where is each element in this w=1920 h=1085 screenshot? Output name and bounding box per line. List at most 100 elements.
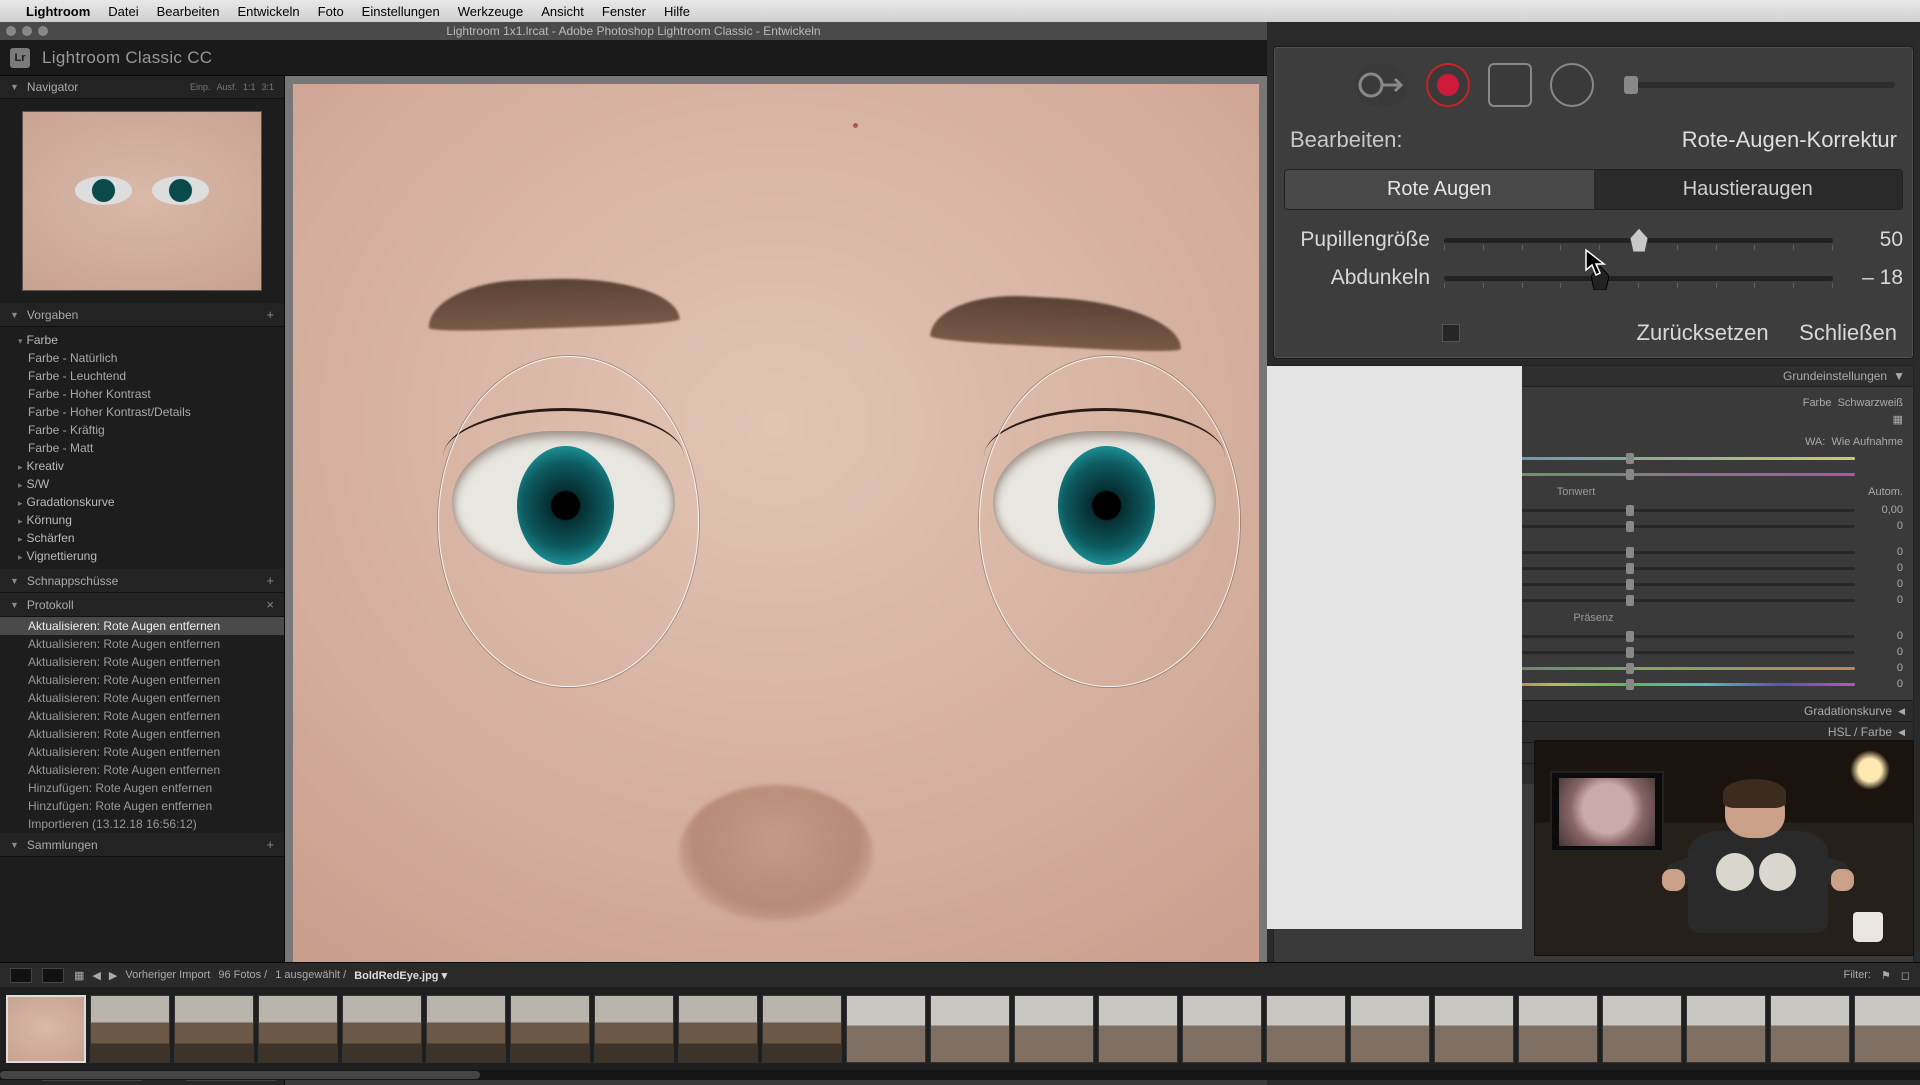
- menu-file[interactable]: Datei: [108, 4, 138, 19]
- darken-slider[interactable]: [1444, 276, 1833, 281]
- presets-header[interactable]: ▼Vorgaben+: [0, 303, 284, 327]
- second-monitor-icon-2[interactable]: [42, 968, 64, 983]
- menu-view[interactable]: Ansicht: [541, 4, 584, 19]
- filmstrip-thumb[interactable]: [678, 995, 758, 1063]
- nav-back-icon[interactable]: ◀: [92, 969, 100, 982]
- filmstrip-thumb[interactable]: [426, 995, 506, 1063]
- history-item[interactable]: Aktualisieren: Rote Augen entfernen: [0, 743, 284, 761]
- history-item[interactable]: Aktualisieren: Rote Augen entfernen: [0, 689, 284, 707]
- crop-tool-icon[interactable]: [1292, 63, 1336, 107]
- add-preset-icon[interactable]: +: [266, 307, 274, 322]
- filmstrip-thumb[interactable]: [342, 995, 422, 1063]
- preset-group[interactable]: ▸S/W: [0, 475, 284, 493]
- menu-photo[interactable]: Foto: [318, 4, 344, 19]
- preset-group[interactable]: ▸Vignettierung: [0, 547, 284, 565]
- filmstrip-thumb[interactable]: [846, 995, 926, 1063]
- disclosure-icon[interactable]: ▼: [1893, 369, 1905, 383]
- clear-history-icon[interactable]: ×: [266, 597, 274, 612]
- filmstrip-thumb[interactable]: [510, 995, 590, 1063]
- history-item[interactable]: Aktualisieren: Rote Augen entfernen: [0, 653, 284, 671]
- history-item[interactable]: Hinzufügen: Rote Augen entfernen: [0, 779, 284, 797]
- tab-redeye[interactable]: Rote Augen: [1285, 170, 1594, 209]
- add-snapshot-icon[interactable]: +: [266, 573, 274, 588]
- filmstrip-thumb[interactable]: [6, 995, 86, 1063]
- profile-grid-icon[interactable]: ▦: [1893, 413, 1903, 426]
- filmstrip-thumb[interactable]: [930, 995, 1010, 1063]
- traffic-max[interactable]: [38, 26, 48, 36]
- history-item[interactable]: Aktualisieren: Rote Augen entfernen: [0, 617, 284, 635]
- filmstrip-thumb[interactable]: [1686, 995, 1766, 1063]
- redeye-tool-icon[interactable]: [1426, 63, 1470, 107]
- filter-lock-icon[interactable]: ◻: [1901, 969, 1910, 982]
- zoom-fit[interactable]: Einp.: [190, 82, 211, 92]
- filmstrip-scrollbar[interactable]: [0, 1070, 1920, 1080]
- preset-item[interactable]: Farbe - Hoher Kontrast/Details: [0, 403, 284, 421]
- menu-develop[interactable]: Entwickeln: [238, 4, 300, 19]
- mac-menubar[interactable]: Lightroom Datei Bearbeiten Entwickeln Fo…: [0, 0, 1920, 22]
- history-item[interactable]: Aktualisieren: Rote Augen entfernen: [0, 671, 284, 689]
- filter-flag-icon[interactable]: ⚑: [1881, 969, 1891, 982]
- preset-item[interactable]: Farbe - Kräftig: [0, 421, 284, 439]
- navigator-header[interactable]: ▼ Navigator Einp. Ausf. 1:1 3:1: [0, 76, 284, 99]
- second-monitor-icon[interactable]: [10, 968, 32, 983]
- nav-fwd-icon[interactable]: ▶: [109, 969, 117, 982]
- pupil-size-slider[interactable]: [1444, 238, 1833, 243]
- collections-header[interactable]: ▼Sammlungen+: [0, 833, 284, 857]
- tab-peteye[interactable]: Haustieraugen: [1594, 170, 1903, 209]
- filmstrip-thumb[interactable]: [1770, 995, 1850, 1063]
- filmstrip-filename[interactable]: BoldRedEye.jpg ▾: [354, 969, 447, 982]
- filmstrip-thumb[interactable]: [594, 995, 674, 1063]
- filmstrip-thumb[interactable]: [762, 995, 842, 1063]
- filmstrip-thumb[interactable]: [1182, 995, 1262, 1063]
- history-item[interactable]: Aktualisieren: Rote Augen entfernen: [0, 761, 284, 779]
- close-button[interactable]: Schließen: [1799, 320, 1897, 345]
- filmstrip-thumb[interactable]: [258, 995, 338, 1063]
- reset-button[interactable]: Zurücksetzen: [1637, 320, 1769, 345]
- filmstrip-thumb[interactable]: [1098, 995, 1178, 1063]
- history-item[interactable]: Hinzufügen: Rote Augen entfernen: [0, 797, 284, 815]
- filmstrip-thumb[interactable]: [1350, 995, 1430, 1063]
- filmstrip-thumb[interactable]: [1014, 995, 1094, 1063]
- pin-toggle[interactable]: [1442, 324, 1460, 342]
- menu-tools[interactable]: Werkzeuge: [458, 4, 524, 19]
- filmstrip-thumb[interactable]: [174, 995, 254, 1063]
- preset-group[interactable]: ▸Schärfen: [0, 529, 284, 547]
- preset-group[interactable]: ▸Kreativ: [0, 457, 284, 475]
- preset-item[interactable]: Farbe - Leuchtend: [0, 367, 284, 385]
- history-item[interactable]: Aktualisieren: Rote Augen entfernen: [0, 725, 284, 743]
- preset-item[interactable]: Farbe - Matt: [0, 439, 284, 457]
- traffic-close[interactable]: [6, 26, 16, 36]
- history-item[interactable]: Aktualisieren: Rote Augen entfernen: [0, 635, 284, 653]
- filmstrip-thumb[interactable]: [1518, 995, 1598, 1063]
- treatment-color[interactable]: Farbe: [1803, 397, 1832, 409]
- zoom-31[interactable]: 3:1: [261, 82, 274, 92]
- filmstrip-thumb[interactable]: [1434, 995, 1514, 1063]
- treatment-bw[interactable]: Schwarzweiß: [1838, 397, 1903, 409]
- traffic-min[interactable]: [22, 26, 32, 36]
- preset-item[interactable]: Farbe - Natürlich: [0, 349, 284, 367]
- spot-tool-icon[interactable]: [1354, 63, 1408, 107]
- filmstrip-thumbs[interactable]: [0, 987, 1920, 1070]
- preset-group[interactable]: ▸Körnung: [0, 511, 284, 529]
- preset-item[interactable]: Farbe - Hoher Kontrast: [0, 385, 284, 403]
- mask-slider[interactable]: [1624, 82, 1895, 88]
- wb-value[interactable]: Wie Aufnahme: [1831, 436, 1903, 448]
- filmstrip-source[interactable]: Vorheriger Import: [125, 969, 210, 981]
- radial-filter-icon[interactable]: [1550, 63, 1594, 107]
- menu-settings[interactable]: Einstellungen: [362, 4, 440, 19]
- image-canvas[interactable]: [285, 76, 1267, 1057]
- menu-help[interactable]: Hilfe: [664, 4, 690, 19]
- history-item[interactable]: Importieren (13.12.18 16:56:12): [0, 815, 284, 833]
- snapshots-header[interactable]: ▼Schnappschüsse+: [0, 569, 284, 593]
- basic-header[interactable]: Grundeinstellungen: [1783, 369, 1887, 383]
- menu-window[interactable]: Fenster: [602, 4, 646, 19]
- navigator-preview[interactable]: [0, 99, 284, 303]
- add-collection-icon[interactable]: +: [266, 837, 274, 852]
- history-header[interactable]: ▼Protokoll×: [0, 593, 284, 617]
- menu-edit[interactable]: Bearbeiten: [157, 4, 220, 19]
- filmstrip-thumb[interactable]: [1854, 995, 1920, 1063]
- graduated-filter-icon[interactable]: [1488, 63, 1532, 107]
- preset-group[interactable]: ▾Farbe: [0, 331, 284, 349]
- zoom-11[interactable]: 1:1: [243, 82, 256, 92]
- preset-group[interactable]: ▸Gradationskurve: [0, 493, 284, 511]
